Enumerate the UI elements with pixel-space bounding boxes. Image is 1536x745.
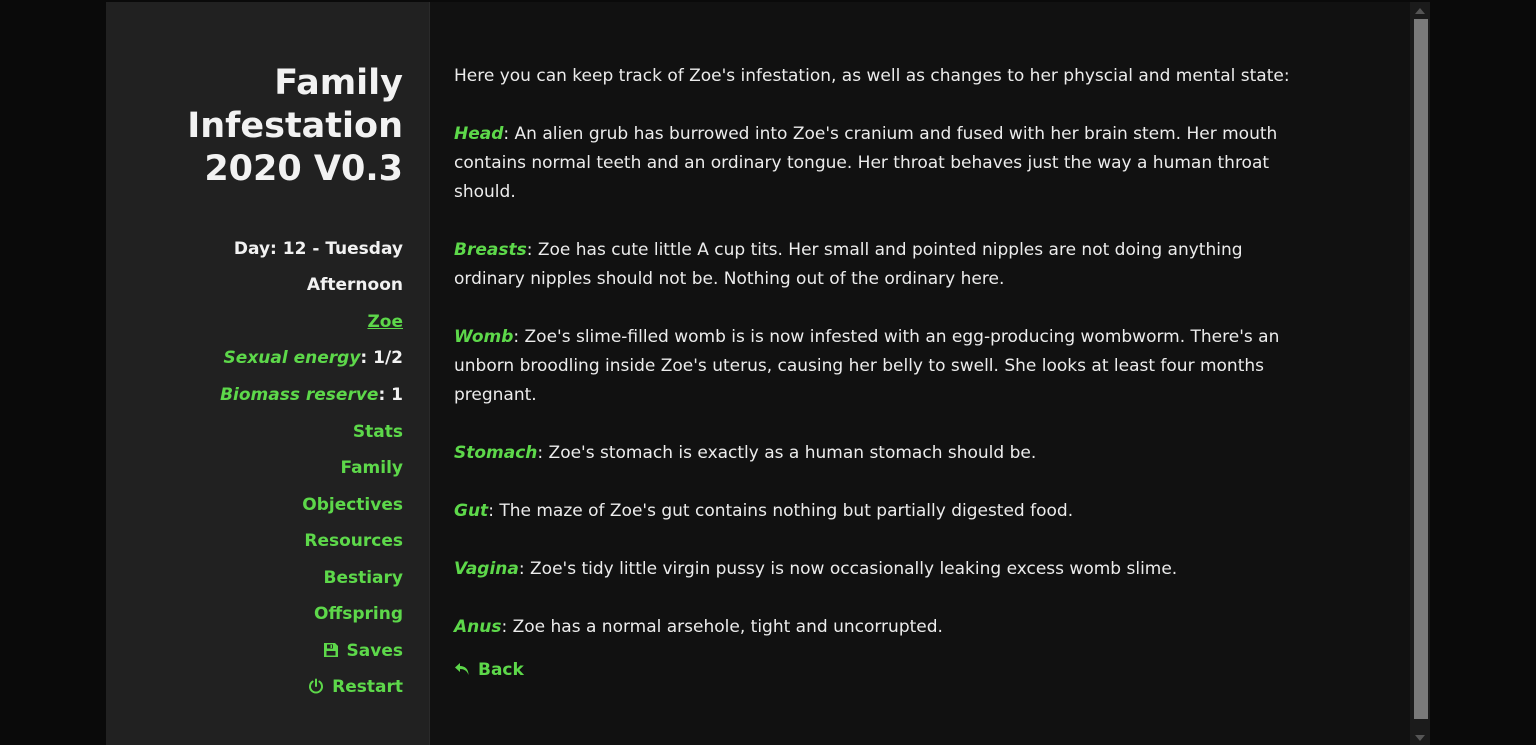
menu-resources[interactable]: Resources [304,530,403,552]
menu-bestiary[interactable]: Bestiary [324,567,404,589]
body-part-breasts: Breasts: Zoe has cute little A cup tits.… [454,236,1294,294]
body-part-label: Stomach [454,443,538,463]
intro-text: Here you can keep track of Zoe's infesta… [454,66,1290,86]
saves-label: Saves [346,641,403,661]
body-part-label: Gut [454,501,489,521]
scroll-down-arrow-icon[interactable] [1415,735,1425,741]
body-part-label: Anus [454,617,502,637]
body-part-description: : An alien grub has burrowed into Zoe's … [454,124,1278,202]
day-display: Day: 12 - Tuesday [233,239,403,259]
body-part-head: Head: An alien grub has burrowed into Zo… [454,120,1294,207]
body-part-description: : Zoe's tidy little virgin pussy is now … [518,559,1178,579]
saves-button[interactable]: Saves [323,640,403,664]
game-title: Family Infestation 2020 V0.3 [187,63,403,189]
character-link-zoe[interactable]: Zoe [367,311,403,333]
body-part-description: : Zoe has cute little A cup tits. Her sm… [454,240,1243,289]
scroll-thumb[interactable] [1414,19,1428,719]
vertical-scrollbar[interactable] [1410,2,1430,745]
main-passage: Here you can keep track of Zoe's infesta… [454,62,1294,687]
body-part-description: : Zoe's stomach is exactly as a human st… [537,443,1037,463]
menu-family[interactable]: Family [340,457,403,479]
body-part-description: : The maze of Zoe's gut contains nothing… [488,501,1074,521]
menu-objectives[interactable]: Objectives [302,494,403,516]
restart-label: Restart [332,677,403,697]
body-part-label: Vagina [454,559,519,579]
biomass-reserve-label: Biomass reserve [220,385,379,405]
body-part-womb: Womb: Zoe's slime-filled womb is is now … [454,323,1294,410]
sexual-energy-label: Sexual energy [223,348,361,368]
time-of-day: Afternoon [306,275,403,295]
sexual-energy-stat: Sexual energy: 1/2 [224,347,403,369]
body-part-label: Womb [454,327,514,347]
power-icon [308,678,324,700]
back-label: Back [478,660,524,680]
back-link[interactable]: Back [454,656,524,687]
back-arrow-icon [454,658,470,687]
menu-offspring[interactable]: Offspring [314,603,403,625]
restart-button[interactable]: Restart [308,676,403,700]
game-frame: Family Infestation 2020 V0.3 Day: 12 - T… [106,2,1430,745]
body-part-stomach: Stomach: Zoe's stomach is exactly as a h… [454,439,1294,468]
scroll-up-arrow-icon[interactable] [1415,8,1425,14]
menu-stats[interactable]: Stats [353,421,403,443]
biomass-reserve-value: : 1 [378,385,403,405]
body-part-label: Head [454,124,504,144]
body-part-gut: Gut: The maze of Zoe's gut contains noth… [454,497,1294,526]
sidebar: Family Infestation 2020 V0.3 Day: 12 - T… [106,2,430,745]
body-part-label: Breasts [454,240,527,260]
body-part-description: : Zoe has a normal arsehole, tight and u… [501,617,943,637]
sexual-energy-value: : 1/2 [360,348,403,368]
body-part-description: : Zoe's slime-filled womb is is now infe… [454,327,1280,405]
body-part-vagina: Vagina: Zoe's tidy little virgin pussy i… [454,555,1294,584]
biomass-reserve-stat: Biomass reserve: 1 [220,384,403,406]
floppy-disk-icon [323,642,339,664]
body-part-anus: Anus: Zoe has a normal arsehole, tight a… [454,613,1294,642]
